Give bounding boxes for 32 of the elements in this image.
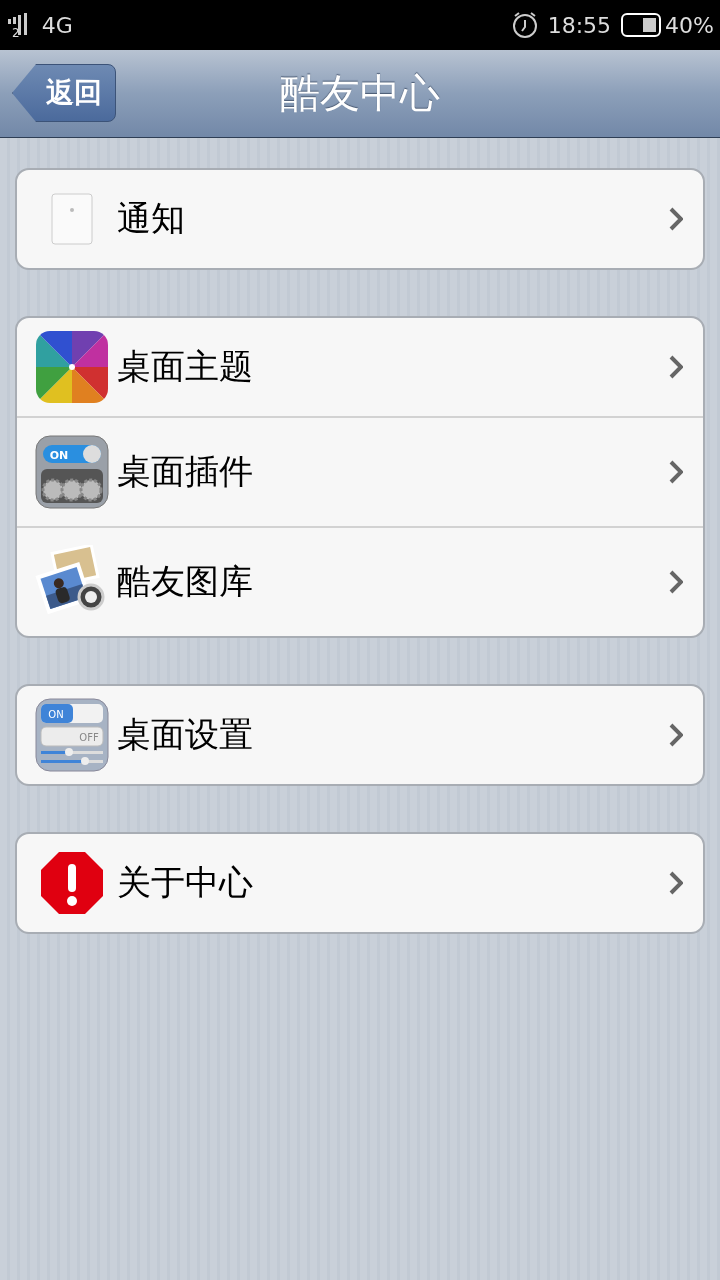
settings-row[interactable]: 酷友图库 [17,526,703,636]
network-type: 4G [41,12,73,38]
row-label: 桌面主题 [117,345,254,388]
chevron-icon [669,355,683,379]
chevron-icon [669,723,683,747]
gears-drawing [41,469,103,503]
settings-row[interactable]: ON OFF 桌面设置 [17,686,703,784]
chevron-icon [669,207,683,231]
chevron-icon [669,460,683,484]
settings-row[interactable]: 桌面主题 [17,318,703,416]
row-label: 桌面设置 [117,713,254,756]
clock-time: 18:55 [547,12,612,38]
color-wheel-icon [35,330,109,404]
back-button[interactable]: 返回 [12,64,116,122]
switch-drawing: ON [41,704,103,723]
sim-number: 2 [12,26,20,40]
settings-row[interactable]: 通知 [17,170,703,268]
row-label: 关于中心 [117,861,254,904]
switch-drawing: OFF [40,726,104,747]
settings-row[interactable]: 关于中心 [17,834,703,932]
chevron-icon [669,871,683,895]
signal-icon [8,13,30,37]
chevron-icon [669,570,683,594]
battery-icon [621,13,662,37]
row-label: 桌面插件 [117,450,254,493]
page-title: 酷友中心 [280,69,440,118]
settings-row[interactable]: ON 桌面插件 [17,416,703,526]
row-label: 酷友图库 [117,560,254,603]
row-label: 通知 [117,197,186,240]
alarm-icon [511,11,538,39]
battery-percent: 40% [665,12,714,38]
switch-drawing: ON [43,445,101,463]
